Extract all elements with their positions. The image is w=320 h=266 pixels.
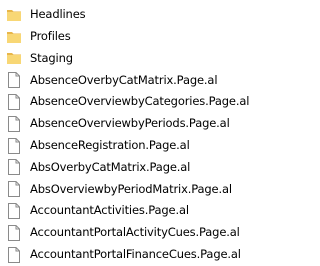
file-icon xyxy=(6,224,22,241)
file-item[interactable]: AbsenceOverbyCatMatrix.Page.al xyxy=(0,69,240,91)
item-label: Staging xyxy=(30,50,73,65)
file-item[interactable]: AccountantPortalActivityCues.Page.al xyxy=(0,222,240,244)
folder-icon xyxy=(6,7,22,23)
file-item[interactable]: AccountantActivities.Page.al xyxy=(0,200,240,222)
item-label: AbsenceRegistration.Page.al xyxy=(30,137,190,152)
file-icon xyxy=(6,159,22,176)
item-label: AbsOverviewbyPeriodMatrix.Page.al xyxy=(30,181,232,196)
file-item[interactable]: AbsenceOverviewbyCategories.Page.al xyxy=(0,91,249,113)
file-item[interactable]: AbsOverviewbyPeriodMatrix.Page.al xyxy=(0,178,240,200)
file-list: Headlines Profiles Staging AbsenceOverby… xyxy=(0,4,249,266)
file-icon xyxy=(6,72,22,89)
file-item[interactable]: AbsOverbyCatMatrix.Page.al xyxy=(0,157,240,179)
folder-item-profiles[interactable]: Profiles xyxy=(0,26,240,48)
item-label: AbsOverbyCatMatrix.Page.al xyxy=(30,159,191,174)
folder-item-staging[interactable]: Staging xyxy=(0,48,240,70)
folder-icon xyxy=(6,50,22,66)
file-item[interactable]: AccountantPortalFinanceCues.Page.al xyxy=(0,244,241,266)
item-label: AbsenceOverviewbyPeriods.Page.al xyxy=(30,116,230,131)
item-label: Headlines xyxy=(30,7,86,22)
file-icon xyxy=(6,115,22,132)
item-label: AccountantPortalActivityCues.Page.al xyxy=(30,225,240,240)
item-label: Profiles xyxy=(30,28,71,43)
file-icon xyxy=(6,203,22,220)
file-icon xyxy=(6,137,22,154)
item-label: AbsenceOverviewbyCategories.Page.al xyxy=(30,94,250,109)
folder-item-headlines[interactable]: Headlines xyxy=(0,4,240,26)
item-label: AbsenceOverbyCatMatrix.Page.al xyxy=(30,72,218,87)
file-item[interactable]: AbsenceOverviewbyPeriods.Page.al xyxy=(0,113,240,135)
item-label: AccountantPortalFinanceCues.Page.al xyxy=(30,246,241,261)
file-item[interactable]: AbsenceRegistration.Page.al xyxy=(0,135,240,157)
file-icon xyxy=(6,94,22,111)
item-label: AccountantActivities.Page.al xyxy=(30,203,189,218)
file-icon xyxy=(6,181,22,198)
file-icon xyxy=(6,246,22,263)
folder-icon xyxy=(6,29,22,45)
